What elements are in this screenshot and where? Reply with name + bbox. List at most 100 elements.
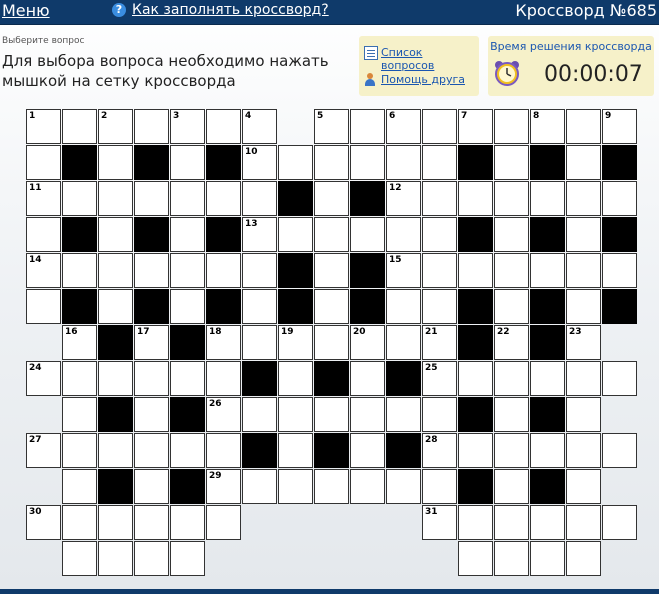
grid-cell[interactable]: [242, 181, 277, 216]
grid-cell[interactable]: [242, 253, 277, 288]
grid-cell[interactable]: [170, 289, 205, 324]
grid-cell[interactable]: [314, 289, 349, 324]
grid-cell[interactable]: [566, 469, 601, 504]
grid-cell[interactable]: [566, 253, 601, 288]
grid-cell[interactable]: [170, 505, 205, 540]
grid-cell[interactable]: [422, 253, 457, 288]
grid-cell[interactable]: [566, 433, 601, 468]
grid-cell[interactable]: [566, 109, 601, 144]
grid-cell[interactable]: [530, 181, 565, 216]
grid-cell[interactable]: [278, 469, 313, 504]
grid-cell[interactable]: [26, 289, 61, 324]
grid-cell[interactable]: [98, 505, 133, 540]
grid-cell[interactable]: [98, 289, 133, 324]
grid-cell[interactable]: [566, 181, 601, 216]
grid-cell[interactable]: [494, 469, 529, 504]
grid-cell[interactable]: [458, 361, 493, 396]
grid-cell[interactable]: [530, 361, 565, 396]
grid-cell[interactable]: [314, 181, 349, 216]
grid-cell[interactable]: [566, 289, 601, 324]
grid-cell[interactable]: [98, 433, 133, 468]
grid-cell[interactable]: [458, 505, 493, 540]
grid-cell[interactable]: [602, 181, 637, 216]
grid-cell[interactable]: [494, 109, 529, 144]
grid-cell[interactable]: [422, 181, 457, 216]
grid-cell[interactable]: [494, 433, 529, 468]
grid-cell[interactable]: 21: [422, 325, 457, 360]
grid-cell[interactable]: [494, 541, 529, 576]
grid-cell[interactable]: [314, 217, 349, 252]
grid-cell[interactable]: [206, 505, 241, 540]
grid-cell[interactable]: [386, 217, 421, 252]
grid-cell[interactable]: [98, 217, 133, 252]
grid-cell[interactable]: [386, 325, 421, 360]
grid-cell[interactable]: 9: [602, 109, 637, 144]
how-to-fill-link[interactable]: Как заполнять кроссворд?: [132, 2, 329, 18]
grid-cell[interactable]: [422, 109, 457, 144]
grid-cell[interactable]: 8: [530, 109, 565, 144]
grid-cell[interactable]: [134, 541, 169, 576]
grid-cell[interactable]: [242, 397, 277, 432]
grid-cell[interactable]: [314, 397, 349, 432]
grid-cell[interactable]: 24: [26, 361, 61, 396]
grid-cell[interactable]: [350, 145, 385, 180]
grid-cell[interactable]: 12: [386, 181, 421, 216]
grid-cell[interactable]: [350, 469, 385, 504]
grid-cell[interactable]: [206, 361, 241, 396]
grid-cell[interactable]: [278, 145, 313, 180]
help-icon[interactable]: ?: [112, 3, 126, 17]
grid-cell[interactable]: [530, 253, 565, 288]
grid-cell[interactable]: [98, 145, 133, 180]
grid-cell[interactable]: 3: [170, 109, 205, 144]
grid-cell[interactable]: 31: [422, 505, 457, 540]
grid-cell[interactable]: [62, 541, 97, 576]
grid-cell[interactable]: [386, 145, 421, 180]
grid-cell[interactable]: [350, 217, 385, 252]
grid-cell[interactable]: [422, 289, 457, 324]
grid-cell[interactable]: 26: [206, 397, 241, 432]
grid-cell[interactable]: [386, 469, 421, 504]
grid-cell[interactable]: [422, 469, 457, 504]
grid-cell[interactable]: [134, 361, 169, 396]
grid-cell[interactable]: [566, 145, 601, 180]
grid-cell[interactable]: 13: [242, 217, 277, 252]
grid-cell[interactable]: [350, 109, 385, 144]
grid-cell[interactable]: [134, 469, 169, 504]
friend-help-link[interactable]: Помощь друга: [381, 73, 465, 86]
grid-cell[interactable]: [350, 397, 385, 432]
grid-cell[interactable]: 2: [98, 109, 133, 144]
grid-cell[interactable]: [98, 253, 133, 288]
grid-cell[interactable]: [530, 433, 565, 468]
grid-cell[interactable]: [494, 217, 529, 252]
grid-cell[interactable]: 19: [278, 325, 313, 360]
grid-cell[interactable]: 20: [350, 325, 385, 360]
grid-cell[interactable]: 10: [242, 145, 277, 180]
grid-cell[interactable]: [62, 181, 97, 216]
grid-cell[interactable]: 14: [26, 253, 61, 288]
grid-cell[interactable]: [278, 433, 313, 468]
grid-cell[interactable]: [206, 109, 241, 144]
grid-cell[interactable]: [458, 541, 493, 576]
grid-cell[interactable]: [134, 505, 169, 540]
grid-cell[interactable]: 5: [314, 109, 349, 144]
grid-cell[interactable]: [98, 541, 133, 576]
grid-cell[interactable]: [494, 253, 529, 288]
grid-cell[interactable]: [26, 145, 61, 180]
grid-cell[interactable]: [566, 397, 601, 432]
questions-list-link[interactable]: Список вопросов: [381, 46, 479, 72]
grid-cell[interactable]: [26, 217, 61, 252]
grid-cell[interactable]: [170, 541, 205, 576]
grid-cell[interactable]: [314, 145, 349, 180]
grid-cell[interactable]: [566, 361, 601, 396]
grid-cell[interactable]: [314, 325, 349, 360]
grid-cell[interactable]: 22: [494, 325, 529, 360]
grid-cell[interactable]: 6: [386, 109, 421, 144]
grid-cell[interactable]: [62, 397, 97, 432]
grid-cell[interactable]: 29: [206, 469, 241, 504]
grid-cell[interactable]: 28: [422, 433, 457, 468]
grid-cell[interactable]: [458, 253, 493, 288]
grid-cell[interactable]: [458, 181, 493, 216]
grid-cell[interactable]: [422, 397, 457, 432]
grid-cell[interactable]: [170, 361, 205, 396]
grid-cell[interactable]: [206, 253, 241, 288]
